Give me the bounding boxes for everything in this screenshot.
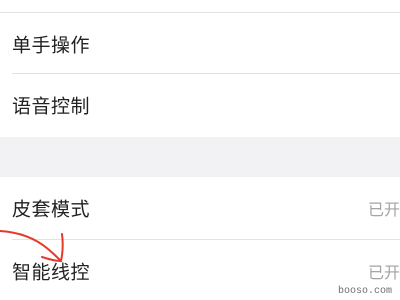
settings-row-label: 语音控制	[12, 95, 91, 118]
settings-row-label: 皮套模式	[12, 198, 91, 221]
settings-row-voice-control[interactable]: 语音控制	[0, 74, 400, 136]
settings-row-label: 单手操作	[12, 34, 91, 57]
settings-group-bottom: 皮套模式 已开 智能线控 已开	[0, 177, 400, 300]
settings-row-one-hand[interactable]: 单手操作	[0, 13, 400, 75]
watermark: booso.com	[337, 286, 392, 297]
settings-screen: 单手操作 语音控制 皮套模式 已开 智能线控 已开 booso.com	[0, 0, 400, 300]
settings-row-value: 已开	[367, 263, 400, 282]
settings-row-cover-mode[interactable]: 皮套模式 已开	[0, 177, 400, 239]
settings-group-top: 单手操作 语音控制	[0, 0, 400, 137]
settings-row-label: 智能线控	[12, 261, 91, 284]
settings-row-value: 已开	[367, 200, 400, 219]
